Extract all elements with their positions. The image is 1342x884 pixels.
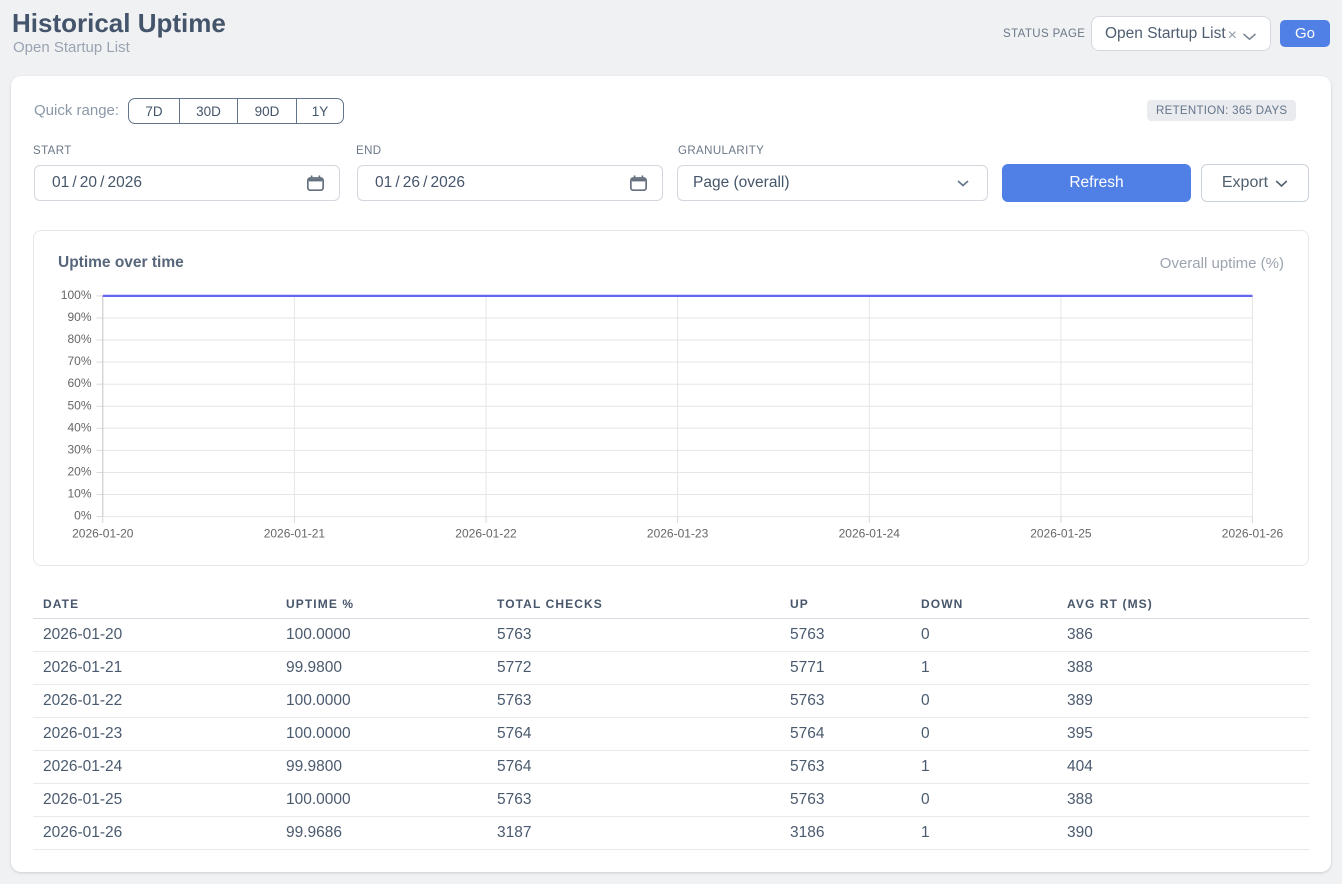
svg-text:50%: 50% [67, 398, 91, 412]
svg-text:2026-01-23: 2026-01-23 [647, 527, 709, 541]
svg-text:40%: 40% [67, 420, 91, 434]
svg-text:80%: 80% [67, 332, 91, 346]
svg-text:70%: 70% [67, 354, 91, 368]
svg-text:30%: 30% [67, 442, 91, 456]
svg-text:2026-01-24: 2026-01-24 [839, 527, 901, 541]
svg-text:2026-01-26: 2026-01-26 [1222, 527, 1284, 541]
svg-text:0%: 0% [74, 509, 92, 523]
svg-text:10%: 10% [67, 487, 91, 501]
svg-text:100%: 100% [61, 288, 92, 302]
svg-text:2026-01-22: 2026-01-22 [455, 527, 517, 541]
svg-text:60%: 60% [67, 376, 91, 390]
svg-text:2026-01-20: 2026-01-20 [72, 527, 134, 541]
svg-text:2026-01-21: 2026-01-21 [264, 527, 326, 541]
svg-text:90%: 90% [67, 310, 91, 324]
svg-text:2026-01-25: 2026-01-25 [1030, 527, 1092, 541]
svg-text:20%: 20% [67, 465, 91, 479]
